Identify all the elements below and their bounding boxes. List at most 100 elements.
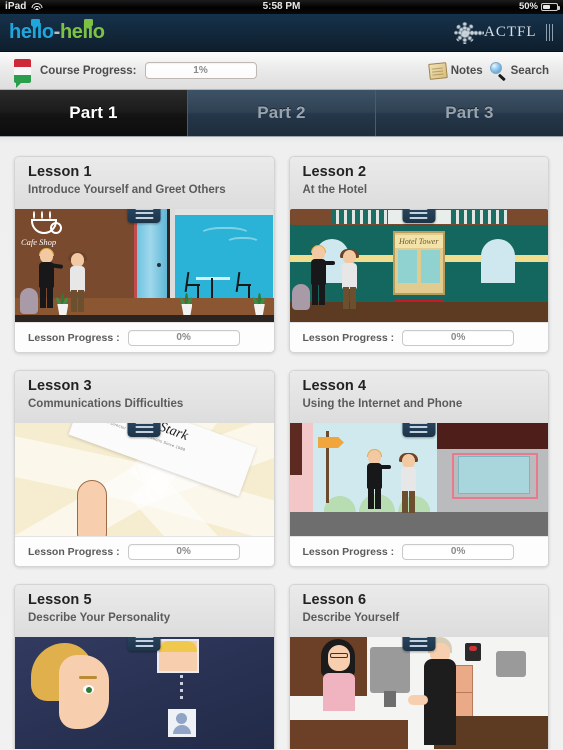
logo-text-second: hello [59, 21, 105, 43]
lesson-card-3[interactable]: Lesson 3 Communications Difficulties Ann… [14, 370, 275, 567]
lesson-subtitle: Describe Yourself [302, 612, 400, 624]
lesson-progress-bar: 0% [127, 543, 240, 560]
lesson-card-5[interactable]: Lesson 5 Describe Your Personality [14, 584, 275, 749]
lesson-illustration[interactable] [15, 637, 274, 749]
lesson-title: Lesson 2 [302, 164, 367, 180]
grip-handle-icon[interactable] [545, 24, 553, 41]
tab-part-1[interactable]: Part 1 [0, 90, 187, 136]
hello-hello-logo[interactable]: hello-hello [0, 19, 105, 43]
lesson-subtitle: Describe Your Personality [28, 612, 171, 624]
scene-hotel-entrance: Hotel Tower [289, 209, 548, 322]
scene-office-interview [289, 637, 548, 749]
lesson-card-2[interactable]: Lesson 2 At the Hotel Hotel Tower Lesson… [288, 156, 549, 353]
hungary-flag-bubble-icon [14, 58, 31, 88]
lesson-row: Lesson 3 Communications Difficulties Ann… [14, 370, 549, 567]
lesson-title: Lesson 4 [302, 378, 367, 394]
lesson-progress-label: Lesson Progress : [302, 545, 395, 558]
lesson-subtitle: Introduce Yourself and Greet Others [28, 184, 226, 196]
search-button[interactable]: Search [489, 62, 549, 82]
lesson-subtitle: At the Hotel [302, 184, 368, 196]
lesson-menu-icon[interactable] [127, 637, 161, 651]
character-man-suit [364, 449, 392, 516]
scene-video-chat [15, 637, 274, 749]
app-navbar: hello-hello ACTFL [0, 14, 563, 52]
lesson-progress-label: Lesson Progress : [302, 331, 395, 344]
course-progress-label: Course Progress: [40, 64, 137, 77]
lesson-illustration[interactable] [289, 637, 548, 749]
lesson-progress-label: Lesson Progress : [28, 545, 120, 558]
lesson-progress-value: 0% [450, 546, 466, 557]
lesson-menu-icon[interactable] [402, 423, 436, 437]
desk-phone-icon [465, 643, 482, 661]
toolbar-actions: Notes Search [427, 61, 563, 82]
lesson-card-6[interactable]: Lesson 6 Describe Yourself [288, 584, 549, 749]
lesson-progress-row: Lesson Progress : 0% [15, 322, 274, 352]
lesson-menu-icon[interactable] [127, 423, 161, 437]
status-bar-clock: 5:58 PM [262, 1, 301, 12]
lesson-menu-icon[interactable] [402, 637, 436, 651]
tab-part-1-label: Part 1 [69, 103, 118, 122]
character-man-hat [339, 249, 361, 309]
cafe-sign-icon: Cafe Shop [21, 211, 73, 247]
hotel-elevator: Hotel Tower [392, 231, 445, 295]
lesson-menu-icon[interactable] [127, 209, 161, 223]
lesson-illustration[interactable] [289, 423, 548, 536]
lesson-illustration[interactable]: Anne Stark Vice Director · Communication… [15, 423, 274, 536]
notes-icon [427, 61, 448, 80]
lesson-illustration[interactable]: Hotel Tower [289, 209, 548, 322]
lesson-title: Lesson 1 [28, 164, 92, 180]
lesson-title: Lesson 3 [28, 378, 92, 394]
speech-bubble-green-icon [84, 19, 93, 29]
character-man-hat [398, 453, 420, 518]
battery-icon [541, 3, 560, 11]
lesson-subtitle: Communications Difficulties [28, 398, 184, 410]
lesson-menu-icon[interactable] [402, 209, 436, 223]
tab-part-3-label: Part 3 [445, 103, 494, 122]
character-man-back [407, 637, 458, 747]
course-progress-bar: 1% [144, 62, 257, 79]
lesson-card-header: Lesson 3 Communications Difficulties [15, 371, 274, 423]
connection-dots [180, 675, 184, 703]
lesson-progress-value: 0% [176, 546, 191, 557]
character-woman-face [30, 643, 109, 749]
tab-part-2-label: Part 2 [257, 103, 306, 122]
suitcase [292, 284, 311, 310]
notes-button[interactable]: Notes [427, 61, 483, 80]
lesson-progress-row: Lesson Progress : 0% [289, 536, 548, 566]
search-button-label: Search [510, 64, 549, 77]
lesson-progress-row: Lesson Progress : 0% [289, 322, 548, 352]
finger [77, 480, 108, 536]
lesson-progress-bar: 0% [402, 543, 515, 560]
character-woman [320, 639, 361, 711]
lesson-card-header: Lesson 4 Using the Internet and Phone [289, 371, 548, 423]
part-tabs: Part 1 Part 2 Part 3 [0, 90, 563, 137]
speech-bubble-blue-icon [31, 19, 40, 29]
actfl-rosette-icon [452, 20, 485, 46]
lesson-card-header: Lesson 5 Describe Your Personality [15, 585, 274, 637]
tab-part-3[interactable]: Part 3 [375, 90, 563, 136]
actfl-brand-label: ACTFL [483, 24, 537, 40]
lesson-subtitle: Using the Internet and Phone [302, 398, 463, 410]
lesson-card-1[interactable]: Lesson 1 Introduce Yourself and Greet Ot… [14, 156, 275, 353]
character-man-suit [308, 245, 335, 306]
tab-part-2[interactable]: Part 2 [187, 90, 375, 136]
scene-coffee-shop-exterior: Cafe Shop [15, 209, 274, 322]
actfl-brand: ACTFL [452, 20, 563, 46]
notes-button-label: Notes [450, 64, 483, 77]
lesson-progress-value: 0% [450, 332, 466, 343]
scene-street-internet-cafe [289, 423, 548, 536]
lesson-title: Lesson 5 [28, 592, 92, 608]
lesson-illustration[interactable]: Cafe Shop [15, 209, 274, 322]
lesson-card-header: Lesson 1 Introduce Yourself and Greet Ot… [15, 157, 274, 209]
course-toolbar: Course Progress: 1% Notes Search [0, 52, 563, 90]
lesson-grid[interactable]: Lesson 1 Introduce Yourself and Greet Ot… [0, 137, 563, 749]
hotel-sign-label: Hotel Tower [394, 235, 443, 248]
cafe-sign-label: Cafe Shop [21, 237, 57, 247]
computer-monitor [369, 647, 410, 707]
video-thumbnail [157, 639, 200, 673]
lesson-card-header: Lesson 6 Describe Yourself [289, 585, 548, 637]
lesson-card-4[interactable]: Lesson 4 Using the Internet and Phone Le… [288, 370, 549, 567]
lesson-progress-bar: 0% [127, 329, 240, 346]
lesson-title: Lesson 6 [302, 592, 367, 608]
suitcase [20, 288, 39, 314]
